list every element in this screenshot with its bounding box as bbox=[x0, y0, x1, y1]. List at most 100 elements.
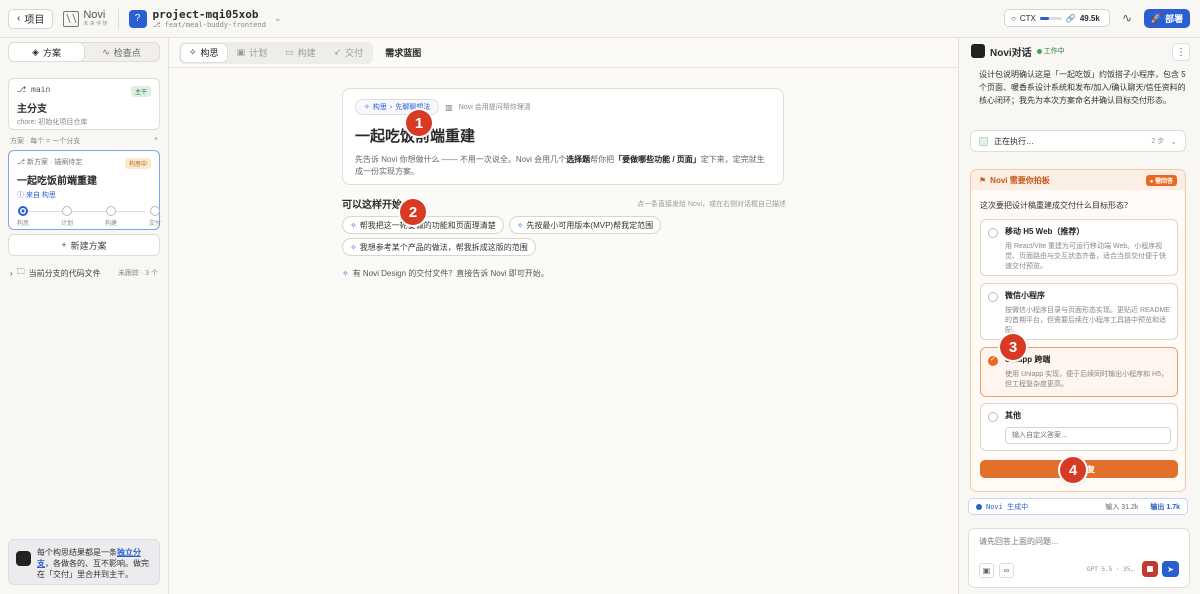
rocket-icon: 🚀 bbox=[1150, 13, 1163, 23]
option-title: 微信小程序 bbox=[1005, 291, 1045, 300]
image-attach-icon[interactable]: ▣ bbox=[979, 563, 994, 578]
chevron-down-icon[interactable]: ⌄ bbox=[274, 13, 282, 24]
tab-checkpoints[interactable]: ∿ 检查点 bbox=[84, 43, 159, 61]
input-tokens: 输入 31.2k bbox=[1105, 503, 1139, 511]
tab-plan[interactable]: ▣ 计划 bbox=[229, 44, 276, 62]
option-wechat-miniprogram[interactable]: 微信小程序 按微信小程序目录与页面形态实现。更贴近 README 的首期平台，但… bbox=[980, 283, 1178, 340]
code-files-label: 当前分支的代码文件 bbox=[28, 268, 101, 278]
decision-question: 这次要把设计稿重建成交付什么目标形态？ bbox=[980, 201, 1132, 210]
chat-header: Novi对话 工作中 bbox=[959, 38, 1200, 64]
message-composer: ▣ ∞ GPT 5.5 · 35⌄ ➤ bbox=[968, 528, 1190, 588]
image-icon: ▣ bbox=[236, 47, 246, 57]
tab-deliver[interactable]: ➶ 交付 bbox=[326, 44, 372, 62]
start-hint: 点一条直接发给 Novi，或在右侧对话框自己描述 bbox=[637, 200, 786, 208]
context-circle-icon: ○ bbox=[1011, 13, 1016, 23]
code-files-row[interactable]: › 🗀 当前分支的代码文件 未跟踪 · 3 个 bbox=[10, 266, 158, 280]
decision-panel: ⚑ Novi 需要你拍板 ● 需回答 这次要把设计稿重建成交付什么目标形态？ 移… bbox=[970, 169, 1186, 492]
decision-header: ⚑ Novi 需要你拍板 ● 需回答 bbox=[971, 170, 1185, 190]
assistant-message: 设计包说明确认这是「一起吃饭」约饭搭子小程序，包含 5 个页面、暖香系设计系统和… bbox=[979, 70, 1186, 105]
radio-button-checked[interactable] bbox=[988, 355, 998, 366]
context-progress-bar bbox=[1039, 16, 1062, 20]
add-plan-icon[interactable]: + bbox=[154, 136, 158, 146]
step-ideate[interactable]: 构思 bbox=[8, 206, 38, 227]
plan-card[interactable]: ⎇ 新方案 · 锚阐待定 构思中 一起吃饭前端重建 ⓘ 来自 构思 构思 计划 … bbox=[8, 150, 161, 230]
link-icon[interactable]: ∞ bbox=[999, 563, 1014, 578]
radio-button[interactable] bbox=[988, 292, 998, 302]
crumb-separator: › bbox=[389, 103, 393, 111]
message-input[interactable] bbox=[979, 537, 1179, 546]
callout-marker-2: 2 bbox=[400, 199, 426, 225]
custom-answer-input[interactable] bbox=[1005, 427, 1171, 444]
output-tokens: 输出 1.7k bbox=[1150, 503, 1180, 511]
intro-card: ✧ 构思 › 先聊聊想法 ▥ Novi 会用提问帮你理清 一起吃饭前端重建 先告… bbox=[342, 88, 784, 185]
tab-label: 计划 bbox=[249, 48, 268, 58]
more-menu-icon[interactable]: ⋮ bbox=[1172, 43, 1190, 61]
stage-tabs: ✧ 构思 ▣ 计划 ▭ 构建 ➶ 交付 bbox=[179, 41, 374, 64]
main-branch-title: 主分支 bbox=[17, 104, 47, 115]
page-title: 需求蓝图 bbox=[385, 48, 422, 58]
generating-dot bbox=[976, 503, 982, 510]
plan-origin: ⓘ 来自 构思 bbox=[17, 192, 56, 199]
suggestion-chip[interactable]: ✧ 先按最小可用版本(MVP)帮我定范围 bbox=[508, 216, 662, 234]
radio-button[interactable] bbox=[988, 412, 998, 422]
novi-icon bbox=[16, 551, 31, 566]
suggestion-chips: ✧ 帮我把这一轮要做的功能和页面理清楚 ✧ 先按最小可用版本(MVP)帮我定范围 ✧… bbox=[342, 216, 672, 256]
radio-button[interactable] bbox=[988, 228, 998, 238]
design-note: ✧ 有 Novi Design 的交付文件？直接告诉 Novi 即可开始。 bbox=[342, 268, 549, 279]
main-content: ✧ 构思 ▣ 计划 ▭ 构建 ➶ 交付 需求蓝图 ✧ 构思 › 先聊聊想法 ▥ … bbox=[169, 38, 958, 594]
running-tasks-row[interactable]: 正在执行… 2 步 ⌄ bbox=[970, 130, 1186, 152]
back-to-projects-button[interactable]: ‹ 项目 bbox=[8, 8, 54, 29]
running-label: 正在执行… bbox=[994, 136, 1034, 146]
tab-plans[interactable]: ◈ 方案 bbox=[9, 43, 84, 61]
chevron-right-icon: › bbox=[10, 268, 13, 278]
step-label: 交付 bbox=[148, 221, 161, 227]
intro-description: 先告诉 Novi 你想做什么 —— 不用一次说全。Novi 会用几个选择题帮你把… bbox=[355, 155, 765, 176]
divider bbox=[117, 8, 119, 29]
send-button[interactable]: ➤ bbox=[1162, 561, 1179, 577]
tab-ideate[interactable]: ✧ 构思 bbox=[181, 43, 227, 62]
option-desc: 按微信小程序目录与页面形态实现。更贴近 README 的首期平台，但需要后续在小… bbox=[1005, 307, 1170, 334]
tab-label: 构建 bbox=[297, 48, 316, 58]
step-dot bbox=[18, 206, 28, 216]
sparkle-icon: ✧ bbox=[189, 47, 197, 57]
hint-text-after: ，各做各的、互不影响。做完在「交付」里合并到主干。 bbox=[37, 559, 149, 579]
logo-subtext: 未 来 伴 随 bbox=[83, 21, 108, 27]
token-count: 49.5k bbox=[1079, 13, 1100, 23]
novi-logo-icon bbox=[63, 10, 80, 27]
rocket-icon: ➶ bbox=[333, 47, 342, 57]
project-branch: ⎇ feat/meal-buddy-frontend bbox=[152, 21, 266, 29]
option-title: Uniapp 跨端 bbox=[1005, 355, 1051, 364]
activity-icon[interactable]: ∿ bbox=[1122, 11, 1132, 25]
model-selector[interactable]: GPT 5.5 · 35⌄ bbox=[1087, 566, 1134, 573]
step-plan[interactable]: 计划 bbox=[52, 206, 82, 227]
callout-marker-4: 4 bbox=[1060, 457, 1086, 483]
main-branch-card[interactable]: ⎇ main 主干 主分支 chore: 初始化项目仓库 bbox=[8, 78, 160, 130]
deploy-button[interactable]: 🚀 部署 bbox=[1144, 9, 1190, 28]
project-icon[interactable]: ? bbox=[128, 9, 147, 28]
context-usage-indicator[interactable]: ○ CTX 🔗 49.5k bbox=[1004, 9, 1110, 27]
new-plan-button[interactable]: + 新建方案 bbox=[8, 234, 160, 256]
ctx-label: CTX bbox=[1019, 13, 1036, 23]
step-dot bbox=[150, 206, 160, 216]
callout-marker-1: 1 bbox=[406, 110, 432, 136]
generating-label: Novi 生成中 bbox=[986, 502, 1029, 511]
sparkle-icon: ✧ bbox=[350, 220, 357, 230]
step-build[interactable]: 构建 bbox=[96, 206, 126, 227]
step-deliver[interactable]: 交付 bbox=[140, 206, 170, 227]
option-other[interactable]: 其他 bbox=[980, 403, 1178, 451]
plan-status-badge: 构思中 bbox=[124, 158, 151, 169]
start-title: 可以这样开始 bbox=[342, 200, 402, 211]
chat-title: Novi对话 bbox=[990, 47, 1032, 59]
option-desc: 用 React/Vite 重建为可运行移动端 Web。小程序视觉、页面路由与交互… bbox=[1005, 243, 1166, 270]
tab-checkpoints-label: 检查点 bbox=[113, 47, 141, 58]
option-h5-web[interactable]: 移动 H5 Web（推荐） 用 React/Vite 重建为可运行移动端 Web… bbox=[980, 219, 1178, 276]
project-switcher[interactable]: project-mqi05xob ⎇ feat/meal-buddy-front… bbox=[153, 8, 266, 29]
callout-marker-3: 3 bbox=[1000, 334, 1026, 360]
plan-stepper: 构思 计划 构建 交付 bbox=[17, 206, 161, 227]
tab-build[interactable]: ▭ 构建 bbox=[277, 44, 324, 62]
stop-button[interactable] bbox=[1142, 561, 1158, 577]
option-desc: 使用 Uniapp 实现，便于后续同时输出小程序和 H5，但工程复杂度更高。 bbox=[1005, 371, 1168, 388]
deploy-label: 部署 bbox=[1165, 14, 1184, 24]
project-name: project-mqi05xob bbox=[152, 8, 259, 21]
suggestion-chip[interactable]: ✧ 我想参考某个产品的做法，帮我拆成这版的范围 bbox=[342, 238, 536, 256]
